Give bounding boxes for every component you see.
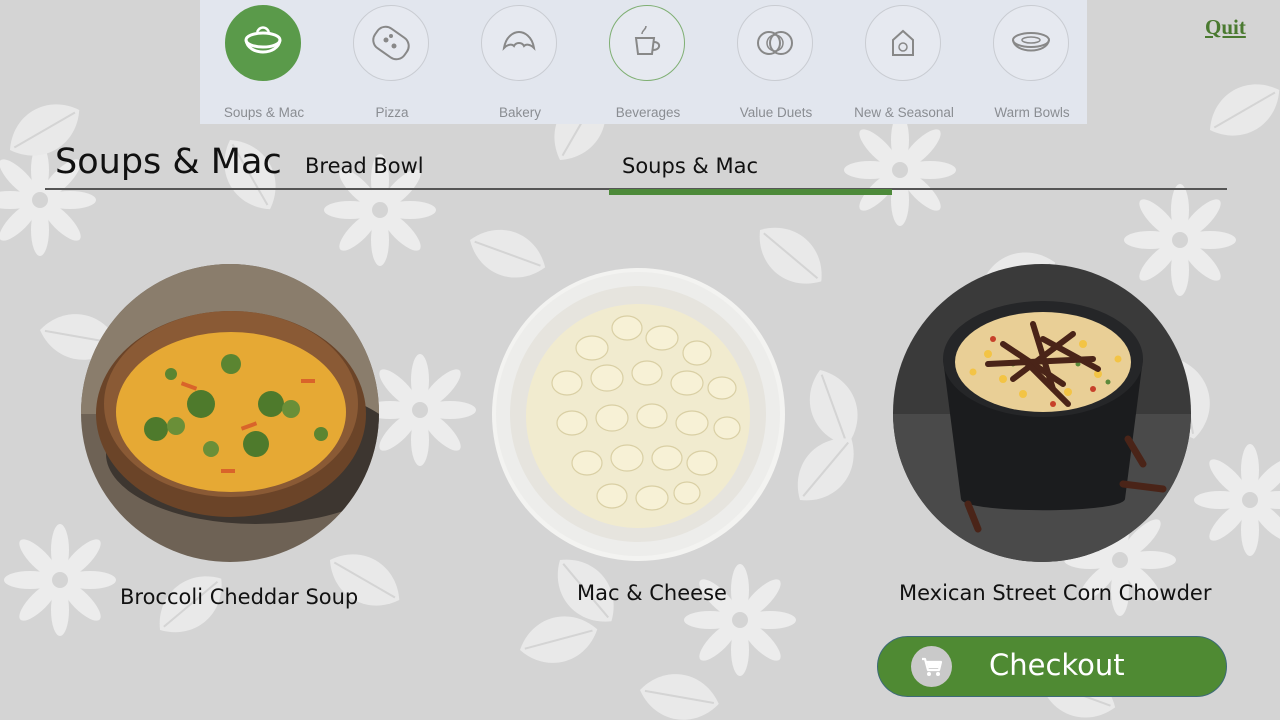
category-label: New & Seasonal xyxy=(854,105,954,120)
category-beverages[interactable]: Beverages xyxy=(584,0,712,124)
product-card-mac-and-cheese[interactable] xyxy=(492,268,785,561)
soup-bowl-icon xyxy=(225,5,301,81)
category-value-duets[interactable]: Value Duets xyxy=(712,0,840,124)
seasonal-house-icon xyxy=(865,5,941,81)
quit-link[interactable]: Quit xyxy=(1205,15,1246,40)
product-card-broccoli-cheddar-soup[interactable] xyxy=(81,264,379,562)
checkout-button[interactable]: Checkout xyxy=(877,636,1227,697)
warm-bowl-icon xyxy=(993,5,1069,81)
coffee-cup-icon xyxy=(609,5,685,81)
product-photo xyxy=(492,268,785,561)
flatbread-icon xyxy=(353,5,429,81)
shopping-cart-icon xyxy=(911,646,952,687)
category-bar: Soups & Mac Pizza Bakery Beverages Value… xyxy=(200,0,1087,124)
product-name: Mac & Cheese xyxy=(577,581,727,605)
product-card-mexican-street-corn-chowder[interactable] xyxy=(893,264,1191,562)
product-photo xyxy=(81,264,379,562)
category-label: Beverages xyxy=(615,105,681,120)
croissant-icon xyxy=(481,5,557,81)
product-name: Broccoli Cheddar Soup xyxy=(120,585,359,609)
active-tab-indicator xyxy=(609,189,892,195)
category-label: Warm Bowls xyxy=(994,105,1070,120)
category-new-seasonal[interactable]: New & Seasonal xyxy=(840,0,968,124)
category-label: Bakery xyxy=(498,105,542,120)
category-warm-bowls[interactable]: Warm Bowls xyxy=(968,0,1096,124)
category-soups-mac[interactable]: Soups & Mac xyxy=(200,0,328,124)
product-name: Mexican Street Corn Chowder xyxy=(899,581,1212,605)
category-label: Value Duets xyxy=(739,105,813,120)
tab-soups-mac[interactable]: Soups & Mac xyxy=(622,154,758,178)
product-photo xyxy=(893,264,1191,562)
page-title: Soups & Mac xyxy=(55,142,282,182)
category-bakery[interactable]: Bakery xyxy=(456,0,584,124)
category-label: Soups & Mac xyxy=(223,105,305,120)
tab-bread-bowl[interactable]: Bread Bowl xyxy=(305,154,424,178)
category-pizza[interactable]: Pizza xyxy=(328,0,456,124)
duet-rings-icon xyxy=(737,5,813,81)
checkout-label: Checkout xyxy=(989,648,1125,682)
category-label: Pizza xyxy=(375,105,409,120)
